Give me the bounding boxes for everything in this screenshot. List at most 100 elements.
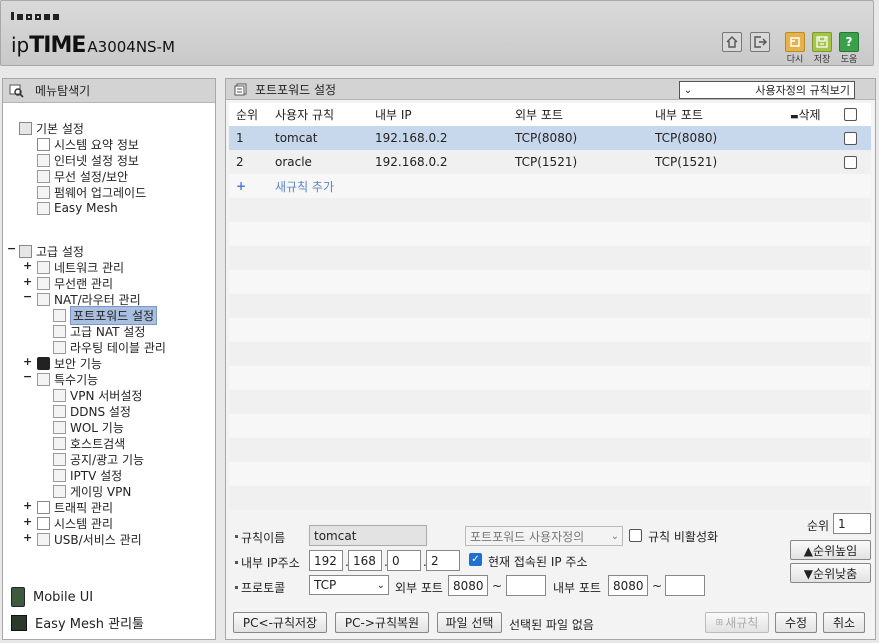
tree-system[interactable]: 시스템 관리 (37, 515, 113, 531)
col-internal-ip: 내부 IP (375, 108, 412, 122)
document-icon (53, 420, 66, 434)
tree-ddns[interactable]: DDNS 설정 (53, 403, 131, 419)
ext-port-from-input[interactable]: 8080 (448, 575, 488, 596)
ip-octet-3[interactable]: 0 (387, 550, 421, 571)
add-rule-link[interactable]: 새규칙 추가 (275, 178, 334, 195)
int-port-to-input[interactable] (665, 575, 705, 596)
cancel-button[interactable]: 취소 (823, 612, 865, 633)
usb-icon (37, 532, 50, 546)
tree-notice-ad[interactable]: 공지/광고 기능 (53, 451, 144, 467)
save-button[interactable] (812, 32, 832, 52)
ip-octet-2[interactable]: 168 (348, 550, 382, 571)
ip-octet-1[interactable]: 192 (309, 550, 343, 571)
plus-icon: ⊞ (715, 617, 724, 628)
network-icon (37, 260, 50, 274)
collapse-toggle[interactable]: − (23, 370, 32, 383)
expand-toggle[interactable]: + (23, 259, 32, 272)
logout-button[interactable] (750, 32, 770, 52)
tree-easy-mesh[interactable]: Easy Mesh (37, 200, 118, 216)
help-icon: ? (845, 35, 853, 49)
tree-wol[interactable]: WOL 기능 (53, 419, 124, 435)
rule-type-select[interactable]: 포트포워드 사용자정의 ⌄ (465, 526, 623, 546)
tree-security[interactable]: 보안 기능 (37, 355, 102, 371)
tree-network[interactable]: 네트워크 관리 (37, 259, 124, 275)
tree-advanced-settings[interactable]: 고급 설정 (19, 243, 84, 259)
tree-vpn-server[interactable]: VPN 서버설정 (53, 387, 142, 403)
view-rules-select[interactable]: ⌄ 사용자정의 규칙보기 (679, 81, 855, 99)
backup-rules-button[interactable]: PC<-규칙저장 (233, 612, 327, 633)
col-rule: 사용자 규칙 (275, 108, 335, 122)
document-icon (53, 452, 66, 466)
protocol-select[interactable]: TCP ⌄ (309, 575, 389, 595)
int-port-label: 내부 포트 (553, 581, 601, 595)
empty-row (229, 438, 871, 462)
rule-edit-form: 규칙이름 tomcat 포트포워드 사용자정의 ⌄ 규칙 비활성화 내부 IP주소… (229, 513, 871, 605)
mobile-icon (11, 587, 25, 607)
int-port-from-input[interactable]: 8080 (608, 575, 648, 596)
lock-icon (37, 356, 50, 370)
empty-row (229, 486, 871, 510)
logo-ip: ip (11, 33, 30, 57)
tree-firmware-upgrade[interactable]: 펌웨어 업그레이드 (37, 184, 146, 200)
modify-button[interactable]: 수정 (775, 612, 817, 633)
logout-icon (754, 36, 767, 48)
expand-toggle[interactable]: + (23, 355, 32, 368)
menu-explorer-header: 메뉴탐색기 (3, 79, 215, 103)
expand-toggle[interactable]: + (23, 531, 32, 544)
rank-input[interactable]: 1 (833, 513, 871, 534)
tree-internet-info[interactable]: 인터넷 설정 정보 (37, 152, 139, 168)
help-label: 도움 (840, 55, 858, 65)
rule-name-input[interactable]: tomcat (309, 525, 427, 546)
empty-row (229, 318, 871, 342)
table-row[interactable]: 2 oracle 192.168.0.2 TCP(1521) TCP(1521) (229, 150, 871, 174)
rules-table: 순위 사용자 규칙 내부 IP 외부 포트 내부 포트 ▬삭제 1 tomcat… (229, 103, 871, 510)
tree-basic-settings[interactable]: 기본 설정 (19, 120, 84, 136)
wireless-icon (37, 276, 50, 290)
new-rule-button[interactable]: ⊞ 새규칙 (705, 612, 769, 633)
rank-up-button[interactable]: ▲순위높임 (790, 540, 871, 560)
empty-row (229, 342, 871, 366)
tree-host-search[interactable]: 호스트검색 (53, 435, 125, 451)
refresh-icon (790, 37, 800, 47)
help-button[interactable]: ? (839, 32, 859, 52)
row-delete-checkbox[interactable] (844, 155, 857, 169)
expand-toggle[interactable]: + (23, 499, 32, 512)
tree-traffic[interactable]: 트래픽 관리 (37, 499, 113, 515)
empty-row (229, 366, 871, 390)
ip-octet-4[interactable]: 2 (426, 550, 460, 571)
expand-toggle[interactable]: + (23, 515, 32, 528)
row-delete-checkbox[interactable] (844, 131, 857, 145)
expand-toggle[interactable]: + (23, 275, 32, 288)
tree-wireless[interactable]: 무선랜 관리 (37, 275, 113, 291)
restore-rules-button[interactable]: PC->규칙복원 (335, 612, 429, 633)
home-icon (726, 36, 738, 48)
rank-down-button[interactable]: ▼순위낮춤 (790, 563, 871, 583)
tree-usb-service[interactable]: USB/서비스 관리 (37, 531, 142, 547)
add-rule-row[interactable]: + 새규칙 추가 (229, 174, 871, 198)
select-all-checkbox[interactable] (844, 108, 857, 121)
current-ip-checkbox[interactable]: ✓ (469, 553, 482, 566)
tree-wireless-security[interactable]: 무선 설정/보안 (37, 168, 128, 184)
protocol-label: 프로토콜 (241, 581, 286, 595)
tree-gaming-vpn[interactable]: 게이밍 VPN (53, 483, 131, 499)
system-icon (37, 516, 50, 530)
empty-row (229, 462, 871, 486)
tree-special[interactable]: 특수기능 (37, 371, 98, 387)
logo-dots (11, 12, 59, 20)
tree-port-forward[interactable]: 포트포워드 설정 (53, 305, 158, 325)
tree-iptv[interactable]: IPTV 설정 (53, 467, 122, 483)
refresh-button[interactable] (785, 32, 805, 52)
ext-port-to-input[interactable] (506, 575, 546, 596)
collapse-toggle[interactable]: − (7, 242, 16, 255)
collapse-toggle[interactable]: − (23, 290, 32, 303)
mobile-ui-link[interactable]: Mobile UI (11, 587, 93, 607)
easymesh-tool-link[interactable]: Easy Mesh 관리툴 (11, 613, 144, 632)
home-button[interactable] (722, 32, 742, 52)
tree-routing-table[interactable]: 라우팅 테이블 관리 (53, 339, 166, 355)
table-row[interactable]: 1 tomcat 192.168.0.2 TCP(8080) TCP(8080) (229, 126, 871, 150)
tree-system-summary[interactable]: 시스템 요약 정보 (37, 136, 139, 152)
tree-advanced-nat[interactable]: 고급 NAT 설정 (53, 323, 145, 339)
disable-rule-checkbox[interactable] (629, 529, 642, 542)
file-select-button[interactable]: 파일 선택 (437, 612, 502, 633)
document-icon (53, 468, 66, 482)
